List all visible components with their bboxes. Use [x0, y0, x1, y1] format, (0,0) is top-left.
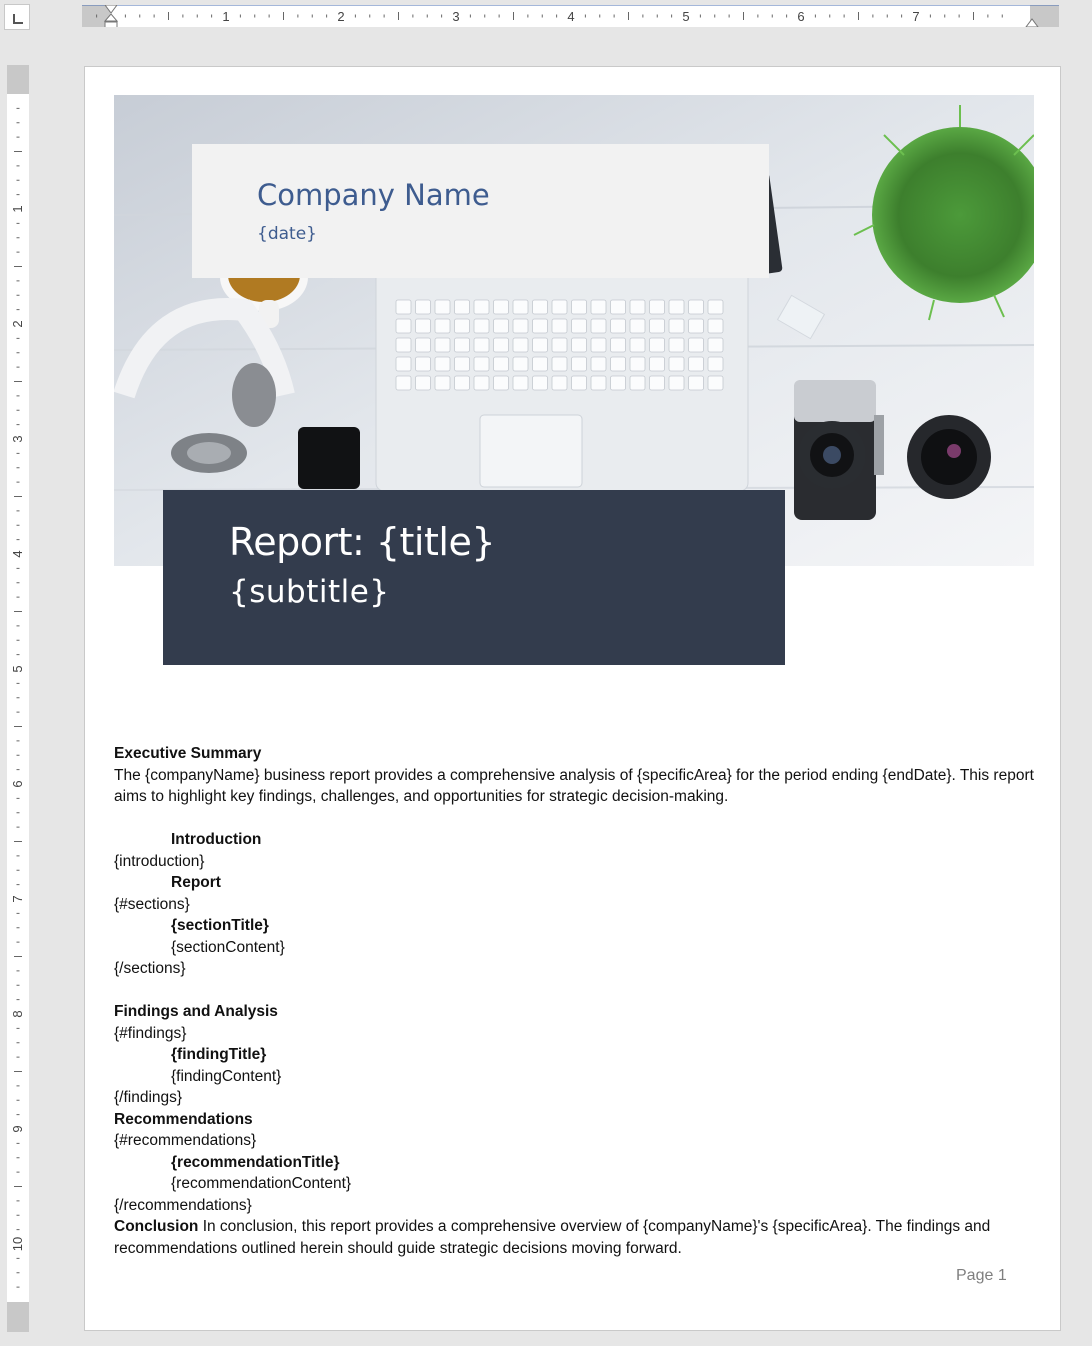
conclusion-paragraph: Conclusion In conclusion, this report pr…	[114, 1216, 1034, 1259]
recommendation-content-tag: {recommendationContent}	[171, 1175, 352, 1192]
ruler-number: 6	[797, 9, 804, 24]
recommendation-title-tag: {recommendationTitle}	[171, 1153, 340, 1171]
horizontal-ruler[interactable]: 1 2 3 4 5 6 7	[82, 4, 1059, 29]
ruler-number: 6	[10, 780, 25, 787]
introduction-tag: {introduction}	[114, 852, 205, 870]
document-body[interactable]: Executive Summary The {companyName} busi…	[114, 743, 1034, 1259]
executive-summary-text: The {companyName} business report provid…	[114, 766, 1034, 806]
ruler-number: 9	[10, 1125, 25, 1132]
introduction-heading: Introduction	[171, 831, 262, 848]
recommendations-close-tag: {/recommendations}	[114, 1196, 252, 1214]
recommendations-open-tag: {#recommendations}	[114, 1132, 257, 1149]
section-title-tag: {sectionTitle}	[171, 917, 269, 934]
ruler-number: 8	[10, 1010, 25, 1017]
ruler-number: 7	[10, 895, 25, 902]
report-subtitle[interactable]: {subtitle}	[229, 574, 390, 610]
ruler-number: 5	[682, 9, 689, 24]
findings-heading: Findings and Analysis	[114, 1003, 278, 1020]
date-placeholder[interactable]: {date}	[257, 224, 317, 244]
findings-close-tag: {/findings}	[114, 1089, 183, 1106]
sections-close-tag: {/sections}	[114, 960, 186, 977]
conclusion-heading: Conclusion	[114, 1218, 199, 1235]
ruler-number: 10	[10, 1237, 25, 1251]
title-box: Report: {title} {subtitle}	[163, 490, 785, 665]
ruler-number: 1	[222, 9, 229, 24]
findings-open-tag: {#findings}	[114, 1024, 187, 1042]
ruler-number: 5	[10, 665, 25, 672]
report-heading: Report	[171, 874, 221, 891]
conclusion-text: In conclusion, this report provides a co…	[114, 1218, 991, 1257]
ruler-number: 1	[10, 205, 25, 212]
ruler-number: 4	[10, 550, 25, 557]
finding-content-tag: {findingContent}	[171, 1067, 282, 1085]
ruler-number: 7	[912, 9, 919, 24]
finding-title-tag: {findingTitle}	[171, 1046, 267, 1063]
ruler-number: 3	[452, 9, 459, 24]
company-name[interactable]: Company Name	[257, 178, 490, 212]
ruler-number: 3	[10, 435, 25, 442]
document-page[interactable]: Company Name {date} Report: {title} {sub…	[84, 66, 1061, 1331]
ruler-number: 2	[337, 9, 344, 24]
tab-selector-button[interactable]	[4, 4, 30, 30]
section-content-tag: {sectionContent}	[171, 938, 285, 956]
ruler-number: 4	[567, 9, 574, 24]
executive-summary-heading: Executive Summary	[114, 745, 262, 762]
page-number: Page 1	[956, 1267, 1007, 1284]
company-info-box: Company Name {date}	[192, 144, 769, 278]
vertical-ruler[interactable]: 1 2 3 4 5 6 7 8 9 10	[7, 65, 29, 1332]
sections-open-tag: {#sections}	[114, 895, 190, 913]
report-title[interactable]: Report: {title}	[229, 520, 496, 564]
recommendations-heading: Recommendations	[114, 1110, 253, 1128]
ruler-number: 2	[10, 320, 25, 327]
